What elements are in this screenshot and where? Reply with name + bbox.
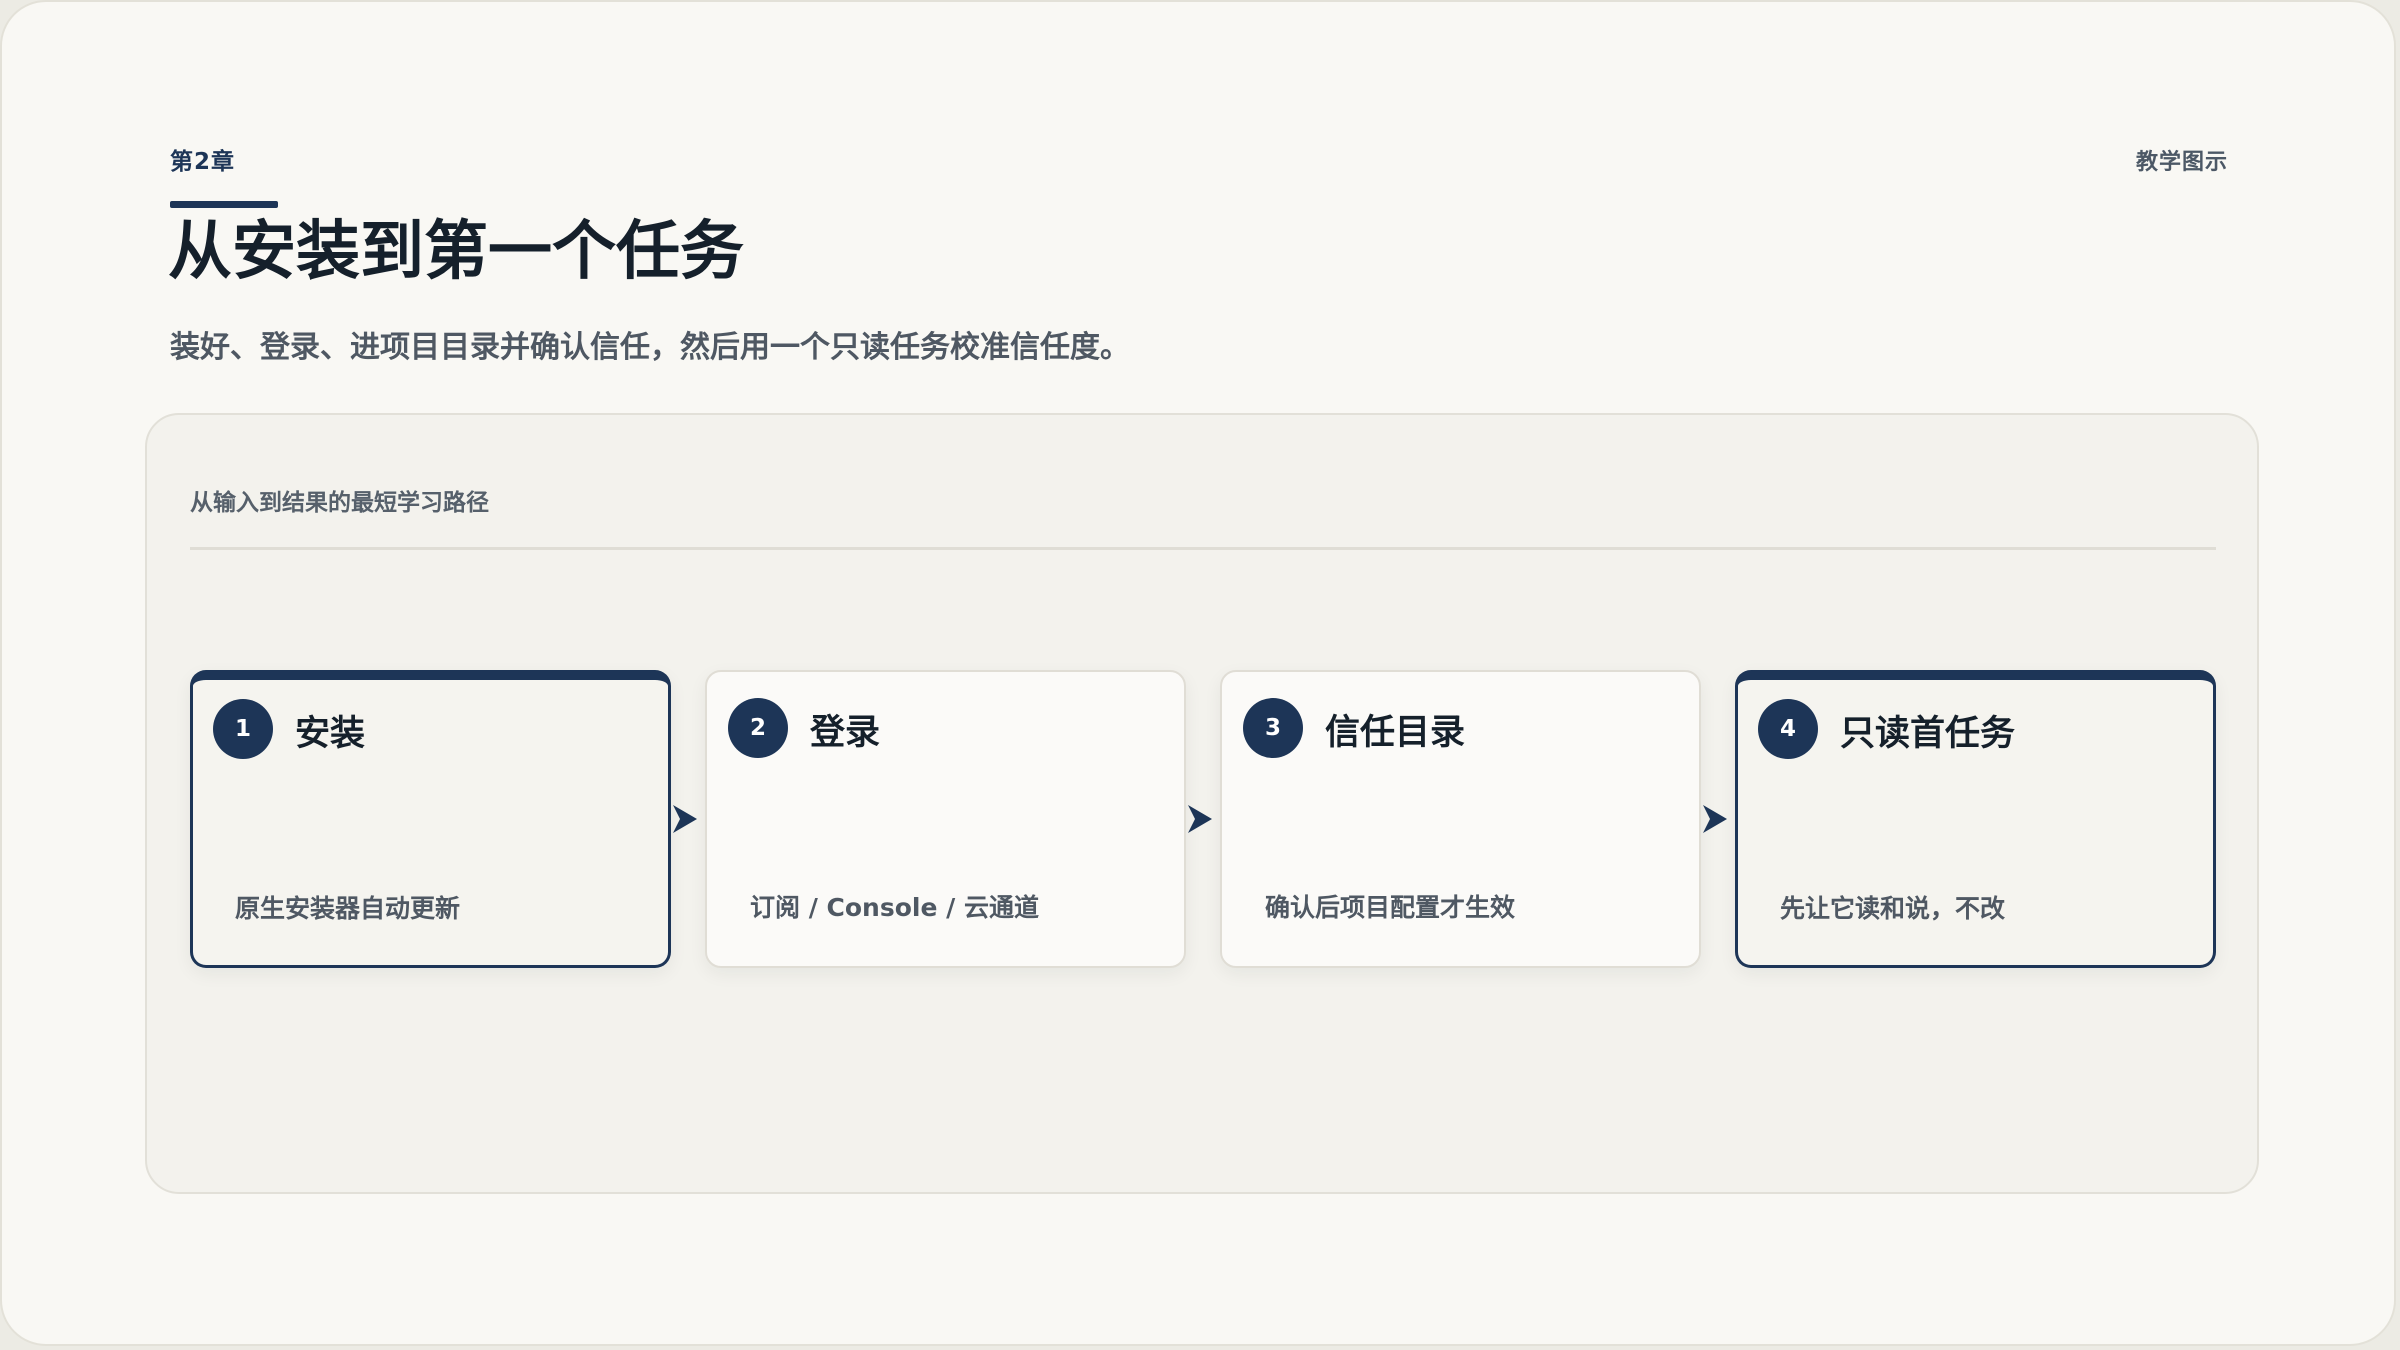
panel-title: 从输入到结果的最短学习路径 bbox=[190, 490, 489, 516]
step-card-trust-directory: 3 信任目录 确认后项目配置才生效 bbox=[1220, 670, 1701, 968]
arrow-right-icon bbox=[673, 805, 697, 833]
step-card-install: 1 安装 原生安装器自动更新 bbox=[190, 670, 671, 968]
page-title: 从安装到第一个任务 bbox=[168, 215, 744, 289]
step-description: 确认后项目配置才生效 bbox=[1265, 893, 1516, 922]
title-accent-rule bbox=[170, 201, 278, 208]
step-title: 只读首任务 bbox=[1840, 714, 2016, 754]
step-card-login: 2 登录 订阅 / Console / 云通道 bbox=[705, 670, 1186, 968]
arrow-right-icon bbox=[1188, 805, 1212, 833]
chapter-label: 第2章 bbox=[170, 149, 236, 175]
panel-divider bbox=[190, 547, 2216, 550]
arrow-right-icon bbox=[1703, 805, 1727, 833]
step-card-readonly-first-task: 4 只读首任务 先让它读和说，不改 bbox=[1735, 670, 2216, 968]
step-title: 信任目录 bbox=[1325, 713, 1466, 753]
step-description: 原生安装器自动更新 bbox=[235, 894, 461, 923]
step-title: 登录 bbox=[810, 713, 881, 753]
learning-path-panel: 从输入到结果的最短学习路径 1 安装 原生安装器自动更新 2 登录 订阅 / C… bbox=[145, 413, 2259, 1194]
step-description: 订阅 / Console / 云通道 bbox=[750, 893, 1039, 922]
step-description: 先让它读和说，不改 bbox=[1780, 894, 2006, 923]
step-title: 安装 bbox=[295, 714, 366, 754]
page-subtitle: 装好、登录、进项目目录并确认信任，然后用一个只读任务校准信任度。 bbox=[170, 330, 1130, 365]
step-number-badge: 4 bbox=[1758, 699, 1818, 759]
step-number-badge: 3 bbox=[1243, 698, 1303, 758]
step-number-badge: 1 bbox=[213, 699, 273, 759]
slide: 第2章 教学图示 从安装到第一个任务 装好、登录、进项目目录并确认信任，然后用一… bbox=[0, 0, 2396, 1346]
figure-tag: 教学图示 bbox=[2135, 150, 2228, 175]
step-number-badge: 2 bbox=[728, 698, 788, 758]
